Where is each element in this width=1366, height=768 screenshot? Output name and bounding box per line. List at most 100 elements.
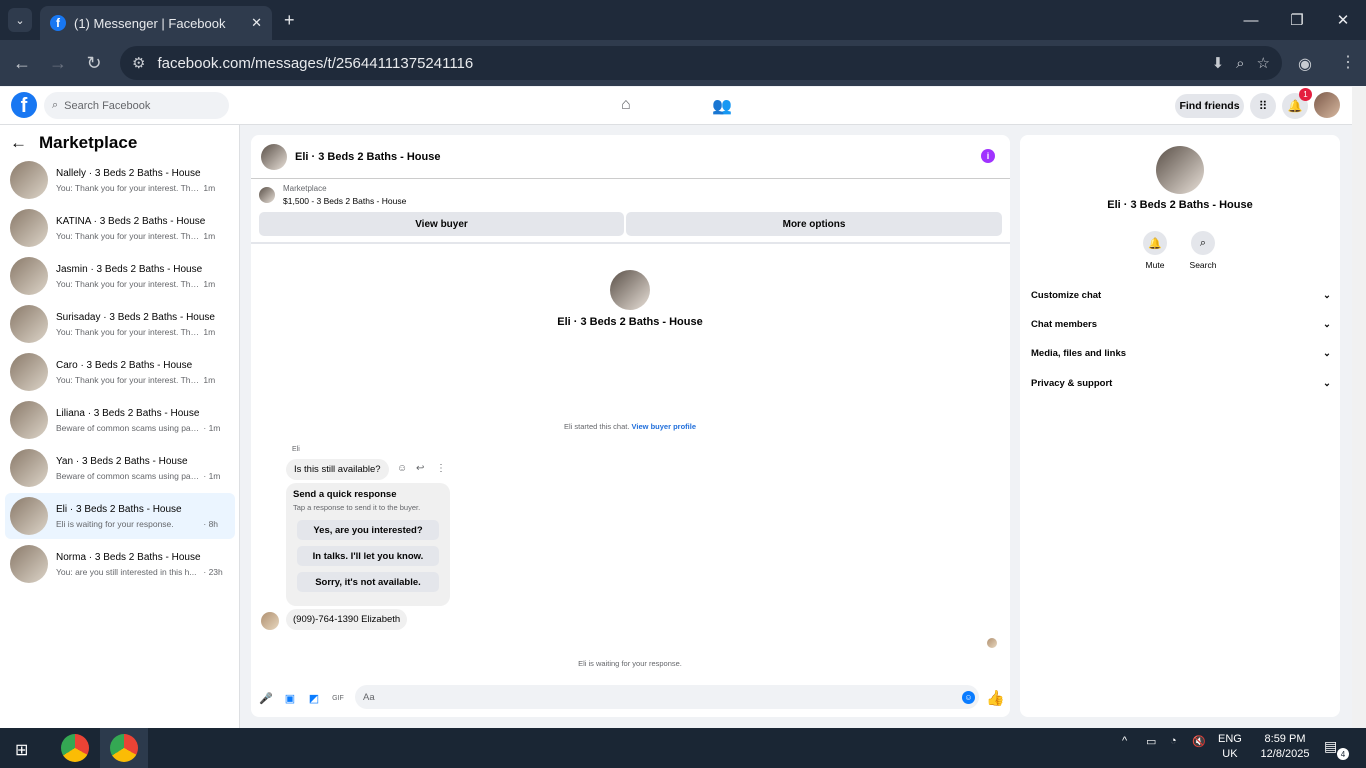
marketplace-label: Marketplace: [283, 184, 327, 193]
account-avatar[interactable]: [1314, 92, 1340, 118]
more-options-button[interactable]: More options: [626, 212, 1002, 236]
sticker-icon[interactable]: ◩: [306, 690, 322, 706]
media-files-row[interactable]: Media, files and links ⌄: [1031, 348, 1331, 359]
like-thumb-icon[interactable]: 👍: [986, 689, 1005, 707]
quick-response-button[interactable]: Sorry, it's not available.: [297, 572, 439, 592]
clock-time: 8:59 PM: [1264, 733, 1306, 745]
friends-icon[interactable]: 👥: [712, 96, 732, 116]
conversation-item[interactable]: Yan · 3 Beds 2 Baths - House Beware of c…: [5, 445, 235, 491]
mute-action[interactable]: 🔔 Mute: [1135, 231, 1175, 270]
message-bubble[interactable]: Is this still available?: [286, 459, 389, 480]
notification-center-icon[interactable]: ▤: [1324, 738, 1337, 755]
chat-title[interactable]: Eli · 3 Beds 2 Baths - House: [295, 151, 440, 163]
clock[interactable]: 8:59 PM 12/8/2025: [1254, 733, 1316, 760]
omnibox[interactable]: ⚙ facebook.com/messages/t/25644111375241…: [120, 46, 1282, 80]
chat-header-avatar[interactable]: [261, 143, 287, 170]
chat-details-panel: [1020, 135, 1340, 717]
conversation-item[interactable]: Liliana · 3 Beds 2 Baths - House Beware …: [5, 397, 235, 443]
minimize-button[interactable]: —: [1228, 0, 1274, 40]
chevron-down-icon: ⌄: [1323, 378, 1331, 389]
chat-center-name: Eli · 3 Beds 2 Baths - House: [557, 316, 703, 328]
close-window-button[interactable]: ✕: [1320, 0, 1366, 40]
chat-center-avatar: [610, 270, 650, 310]
reply-icon[interactable]: ↩: [416, 463, 424, 474]
conversation-preview: You: Thank you for your interest. The ..…: [56, 374, 201, 385]
tray-chevron-icon[interactable]: ^: [1122, 735, 1127, 747]
browser-tab[interactable]: f (1) Messenger | Facebook ✕: [40, 6, 272, 40]
conversation-item[interactable]: Caro · 3 Beds 2 Baths - House You: Thank…: [5, 349, 235, 395]
conversation-item[interactable]: Jasmin · 3 Beds 2 Baths - House You: Tha…: [5, 253, 235, 299]
conversation-name: Liliana · 3 Beds 2 Baths - House: [56, 407, 200, 419]
view-buyer-profile-link[interactable]: View buyer profile: [632, 422, 696, 431]
listing-price-title: $1,500 - 3 Beds 2 Baths - House: [283, 196, 407, 206]
conversation-item[interactable]: Surisaday · 3 Beds 2 Baths - House You: …: [5, 301, 235, 347]
windows-start-icon[interactable]: ⊞: [15, 740, 28, 760]
section-label: Chat members: [1031, 319, 1097, 330]
facebook-search-input[interactable]: ⌕ Search Facebook: [44, 92, 229, 119]
gif-icon[interactable]: GIF: [330, 690, 346, 706]
bookmark-star-icon[interactable]: ☆: [1257, 54, 1270, 72]
notification-badge: 1: [1299, 88, 1312, 101]
browser-menu-icon[interactable]: ⋮: [1340, 52, 1356, 72]
home-icon[interactable]: ⌂: [621, 96, 631, 114]
conversation-preview: You: Thank you for your interest. The ..…: [56, 326, 201, 337]
chat-members-row[interactable]: Chat members ⌄: [1031, 319, 1331, 330]
tab-search-button[interactable]: ⌄: [8, 8, 32, 32]
back-arrow-icon[interactable]: ←: [10, 133, 27, 153]
volume-muted-icon[interactable]: 🔇: [1192, 735, 1206, 748]
section-label: Customize chat: [1031, 290, 1102, 301]
install-app-icon[interactable]: ⬇: [1212, 54, 1225, 72]
conversation-time: · 1m: [203, 470, 221, 481]
conversation-preview: You: Thank you for your interest. The ..…: [56, 278, 201, 289]
site-settings-icon[interactable]: ⚙: [132, 54, 145, 72]
customize-chat-row[interactable]: Customize chat ⌄: [1031, 290, 1331, 301]
page-scrollbar[interactable]: [1352, 87, 1366, 728]
conversation-preview: You: Thank you for your interest. The ..…: [56, 230, 201, 241]
reload-button[interactable]: ↻: [78, 47, 110, 79]
wifi-icon[interactable]: ◔: [1170, 735, 1177, 747]
more-actions-icon[interactable]: ⋮: [436, 463, 446, 474]
battery-icon[interactable]: ▭: [1146, 735, 1156, 748]
conversation-preview: Beware of common scams using pay...: [56, 470, 201, 481]
tab-close-icon[interactable]: ✕: [251, 15, 262, 31]
quick-response-button[interactable]: In talks. I'll let you know.: [297, 546, 439, 566]
chrome-icon[interactable]: [61, 734, 89, 762]
conversation-item[interactable]: Norma · 3 Beds 2 Baths - House You: are …: [5, 541, 235, 587]
clock-date: 12/8/2025: [1260, 748, 1310, 760]
language-indicator[interactable]: ENG UK: [1218, 733, 1242, 760]
search-action[interactable]: ⌕ Search: [1183, 231, 1223, 270]
privacy-support-row[interactable]: Privacy & support ⌄: [1031, 378, 1331, 389]
view-buyer-button[interactable]: View buyer: [259, 212, 624, 236]
restore-button[interactable]: ❐: [1274, 0, 1320, 40]
conversation-avatar: [10, 353, 48, 391]
forward-button[interactable]: →: [42, 47, 74, 79]
react-icon[interactable]: ☺: [397, 463, 407, 474]
new-tab-button[interactable]: +: [284, 10, 295, 31]
marketplace-title: Marketplace: [39, 133, 138, 152]
menu-grid-icon[interactable]: ⠿: [1250, 93, 1276, 119]
find-friends-button[interactable]: Find friends: [1175, 94, 1244, 118]
quick-response-box: Send a quick response Tap a response to …: [286, 483, 450, 606]
seen-indicator-avatar: [987, 638, 997, 648]
info-icon[interactable]: i: [981, 149, 995, 163]
conversation-preview: Beware of common scams using pay...: [56, 422, 201, 433]
microphone-icon[interactable]: 🎤: [258, 690, 274, 706]
sender-avatar: [261, 612, 279, 630]
conversation-time: 1m: [203, 230, 216, 241]
conversation-item[interactable]: KATINA · 3 Beds 2 Baths - House You: Tha…: [5, 205, 235, 251]
photo-icon[interactable]: ▣: [282, 690, 298, 706]
message-bubble[interactable]: (909)-764-1390 Elizabeth: [286, 609, 408, 630]
back-button[interactable]: ←: [6, 47, 38, 79]
quick-response-button[interactable]: Yes, are you interested?: [297, 520, 439, 540]
chrome-profile-icon[interactable]: [110, 734, 138, 762]
conversation-item[interactable]: Nallely · 3 Beds 2 Baths - House You: Th…: [5, 157, 235, 203]
profile-icon[interactable]: ◉: [1298, 54, 1312, 74]
emoji-icon[interactable]: ☺: [962, 691, 975, 704]
conversation-item-active[interactable]: Eli · 3 Beds 2 Baths - House Eli is wait…: [5, 493, 235, 539]
conversation-avatar: [10, 401, 48, 439]
zoom-icon[interactable]: ⌕: [1236, 55, 1244, 72]
windows-taskbar: [0, 728, 1366, 768]
message-input[interactable]: Aa: [355, 685, 979, 709]
url-text[interactable]: facebook.com/messages/t/2564411137524111…: [157, 55, 473, 72]
facebook-logo-icon[interactable]: f: [11, 92, 37, 118]
